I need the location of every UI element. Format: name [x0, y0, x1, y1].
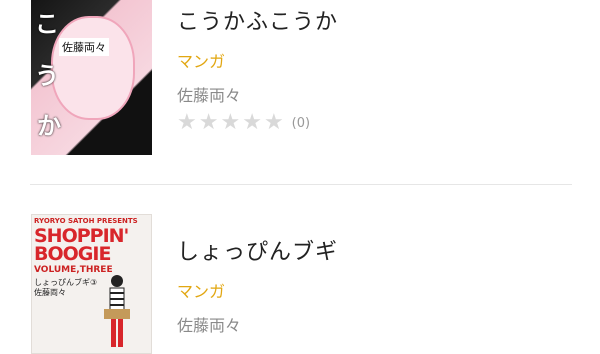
- divider: [30, 184, 572, 185]
- cover-logo-line: BOOGIE: [34, 243, 111, 265]
- cover-logo: SHOPPIN' BOOGIE: [34, 227, 129, 265]
- book-item[interactable]: RYORYO SATOH PRESENTS SHOPPIN' BOOGIE VO…: [0, 200, 600, 354]
- star-empty-icon: ★: [220, 110, 241, 135]
- book-author[interactable]: 佐藤両々: [177, 312, 338, 336]
- rating-count: (0): [291, 115, 311, 131]
- cover-art-figure: [104, 275, 130, 347]
- book-meta: しょっぴんブギ マンガ 佐藤両々: [177, 234, 338, 336]
- book-category[interactable]: マンガ: [177, 278, 338, 302]
- star-empty-icon: ★: [263, 110, 284, 135]
- star-empty-icon: ★: [198, 110, 219, 135]
- cover-author-tag: 佐藤両々: [59, 38, 109, 56]
- book-item[interactable]: こ う か 佐藤両々 こうかふこうか マンガ 佐藤両々 ★ ★ ★ ★ ★ (0…: [0, 0, 600, 162]
- book-title[interactable]: こうかふこうか: [177, 4, 338, 36]
- rating: ★ ★ ★ ★ ★ (0): [177, 112, 338, 134]
- cover-author: 佐藤両々: [34, 288, 66, 297]
- book-cover[interactable]: こ う か 佐藤両々: [31, 0, 152, 155]
- cover-art-figure: [51, 16, 135, 120]
- book-title[interactable]: しょっぴんブギ: [177, 234, 338, 266]
- book-cover[interactable]: RYORYO SATOH PRESENTS SHOPPIN' BOOGIE VO…: [31, 214, 152, 354]
- cover-title-char: こ: [35, 10, 59, 38]
- book-category[interactable]: マンガ: [177, 48, 338, 72]
- book-meta: こうかふこうか マンガ 佐藤両々 ★ ★ ★ ★ ★ (0): [177, 4, 338, 134]
- cover-title-char: う: [35, 62, 59, 90]
- star-empty-icon: ★: [177, 110, 197, 135]
- cover-title-char: か: [37, 112, 61, 140]
- star-empty-icon: ★: [242, 110, 262, 135]
- book-author[interactable]: 佐藤両々: [177, 82, 338, 106]
- cover-header: RYORYO SATOH PRESENTS: [34, 217, 138, 225]
